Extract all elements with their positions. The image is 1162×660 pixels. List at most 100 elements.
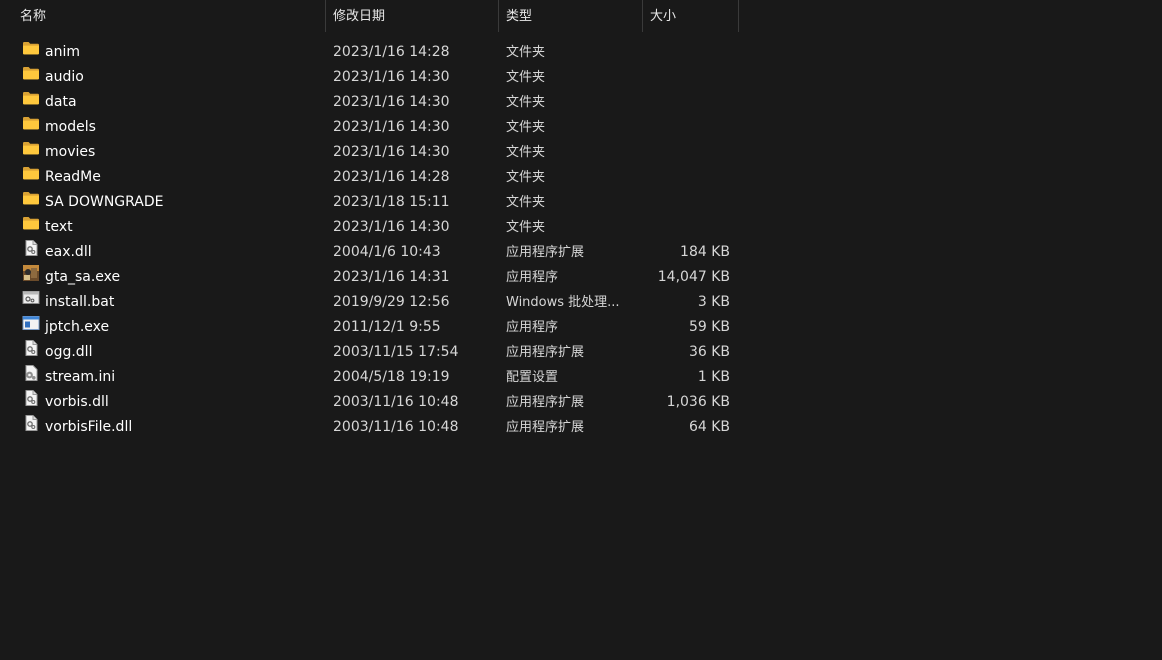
file-type: 文件夹 [506,95,546,110]
file-size [610,115,730,140]
file-type: 文件夹 [506,120,546,135]
file-date-modified: 2023/1/16 14:31 [333,269,450,285]
file-name: install.bat [45,294,115,310]
file-date-modified: 2003/11/16 10:48 [333,394,459,410]
file-row[interactable]: eax.dll 2004/1/6 10:43 应用程序扩展 184 KB [0,240,740,265]
file-row[interactable]: SA DOWNGRADE 2023/1/18 15:11 文件夹 [0,190,740,215]
file-size: 184 KB [680,244,730,260]
file-type: 应用程序扩展 [506,345,585,360]
file-date-modified: 2003/11/16 10:48 [333,419,459,435]
dll-file-icon [22,340,40,365]
file-date-modified: 2004/1/6 10:43 [333,244,441,260]
file-size: 64 KB [688,419,730,435]
file-date-modified: 2023/1/18 15:11 [333,194,450,210]
file-size [610,215,730,240]
file-type: 配置设置 [506,370,559,385]
file-name: anim [45,44,80,60]
file-size: 1,036 KB [666,394,730,410]
file-name: vorbis.dll [45,394,109,410]
gta-app-icon [22,265,40,290]
dll-file-icon [22,390,40,415]
file-size: 36 KB [688,344,730,360]
file-date-modified: 2023/1/16 14:30 [333,69,450,85]
folder-icon [22,190,40,215]
file-date-modified: 2023/1/16 14:30 [333,119,450,135]
folder-icon [22,165,40,190]
dll-file-icon [22,240,40,265]
file-row[interactable]: ogg.dll 2003/11/15 17:54 应用程序扩展 36 KB [0,340,740,365]
column-header-date-modified[interactable]: 修改日期 [326,0,499,32]
file-type: Windows 批处理... [506,295,620,310]
file-size: 3 KB [697,294,730,310]
file-type: 应用程序扩展 [506,395,585,410]
file-date-modified: 2023/1/16 14:30 [333,144,450,160]
file-size [610,190,730,215]
folder-icon [22,90,40,115]
file-row[interactable]: stream.ini 2004/5/18 19:19 配置设置 1 KB [0,365,740,390]
file-type: 文件夹 [506,145,546,160]
file-type: 文件夹 [506,170,546,185]
file-row[interactable]: install.bat 2019/9/29 12:56 Windows 批处理...… [0,290,740,315]
file-row[interactable]: vorbis.dll 2003/11/16 10:48 应用程序扩展 1,036 KB [0,390,740,415]
batch-file-icon [22,290,40,315]
folder-icon [22,65,40,90]
file-name: gta_sa.exe [45,269,121,285]
file-size [610,40,730,65]
file-row[interactable]: data 2023/1/16 14:30 文件夹 [0,90,740,115]
file-row[interactable]: anim 2023/1/16 14:28 文件夹 [0,40,740,65]
file-date-modified: 2023/1/16 14:30 [333,94,450,110]
file-row[interactable]: gta_sa.exe 2023/1/16 14:31 应用程序 14,047 KB [0,265,740,290]
exe-window-icon [22,315,40,340]
file-date-modified: 2011/12/1 9:55 [333,319,441,335]
file-size [610,90,730,115]
folder-icon [22,215,40,240]
file-type: 应用程序 [506,320,559,335]
ini-file-icon [22,365,40,390]
column-header-bar: ^ 名称 修改日期 类型 大小 [0,0,740,32]
file-row[interactable]: vorbisFile.dll 2003/11/16 10:48 应用程序扩展 64 K… [0,415,740,440]
column-header-size[interactable]: 大小 [643,0,739,32]
file-type: 应用程序扩展 [506,420,585,435]
file-row[interactable]: jptch.exe 2011/12/1 9:55 应用程序 59 KB [0,315,740,340]
file-size: 14,047 KB [657,269,730,285]
file-type: 文件夹 [506,220,546,235]
file-name: jptch.exe [45,319,110,335]
file-row[interactable]: audio 2023/1/16 14:30 文件夹 [0,65,740,90]
file-name: ogg.dll [45,344,93,360]
folder-icon [22,40,40,65]
file-name: stream.ini [45,369,116,385]
file-size [610,165,730,190]
file-date-modified: 2004/5/18 19:19 [333,369,450,385]
file-name: vorbisFile.dll [45,419,133,435]
dll-file-icon [22,415,40,440]
file-date-modified: 2019/9/29 12:56 [333,294,450,310]
column-header-name[interactable]: 名称 [13,0,326,32]
column-header-type[interactable]: 类型 [499,0,643,32]
file-name: SA DOWNGRADE [45,194,164,210]
file-type: 文件夹 [506,45,546,60]
file-date-modified: 2023/1/16 14:30 [333,219,450,235]
file-row[interactable]: text 2023/1/16 14:30 文件夹 [0,215,740,240]
file-row[interactable]: models 2023/1/16 14:30 文件夹 [0,115,740,140]
file-date-modified: 2003/11/15 17:54 [333,344,459,360]
file-type: 文件夹 [506,70,546,85]
file-name: data [45,94,77,110]
file-name: text [45,219,73,235]
folder-icon [22,115,40,140]
file-size: 59 KB [688,319,730,335]
file-name: eax.dll [45,244,92,260]
folder-icon [22,140,40,165]
file-date-modified: 2023/1/16 14:28 [333,44,450,60]
file-name: movies [45,144,96,160]
file-row[interactable]: movies 2023/1/16 14:30 文件夹 [0,140,740,165]
file-type: 应用程序 [506,270,559,285]
file-size: 1 KB [697,369,730,385]
file-row[interactable]: ReadMe 2023/1/16 14:28 文件夹 [0,165,740,190]
file-type: 文件夹 [506,195,546,210]
file-size [610,65,730,90]
file-explorer-details-view: ^ 名称 修改日期 类型 大小 anim 2023/1/16 14:28 文件夹 au… [0,0,1162,660]
file-size [610,140,730,165]
file-list: anim 2023/1/16 14:28 文件夹 audio 2023/1/16 14:… [0,40,740,440]
file-name: audio [45,69,84,85]
file-date-modified: 2023/1/16 14:28 [333,169,450,185]
